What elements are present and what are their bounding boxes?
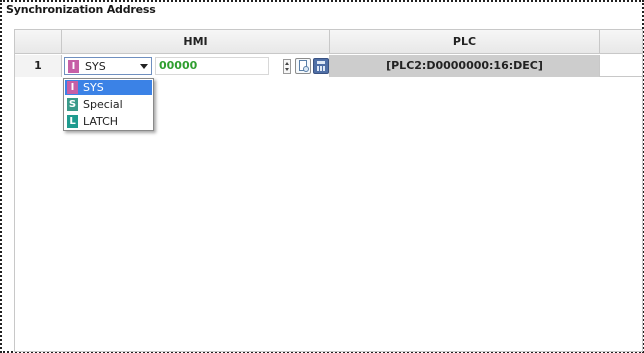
header-hmi: HMI: [62, 30, 330, 54]
calculator-keypad-icon[interactable]: [313, 58, 329, 74]
synchronization-address-panel: Synchronization Address HMI PLC 1 I SYS …: [0, 0, 644, 353]
dropdown-option-sys[interactable]: I SYS: [65, 80, 152, 95]
spin-updown-icon[interactable]: [283, 59, 291, 74]
calculator-keys-icon: [317, 66, 325, 71]
latch-device-icon: L: [67, 115, 78, 128]
plc-address-cell[interactable]: [PLC2:D0000000:16:DEC]: [330, 55, 600, 77]
device-combo[interactable]: I SYS: [64, 57, 152, 75]
hmi-cell[interactable]: I SYS 00000: [62, 55, 330, 77]
dropdown-option-label: LATCH: [83, 115, 119, 128]
dropdown-option-label: SYS: [83, 81, 104, 94]
calculator-screen-icon: [317, 61, 325, 64]
special-device-icon: S: [67, 98, 78, 111]
spin-down-icon[interactable]: [285, 68, 289, 71]
sys-device-icon: I: [68, 60, 79, 73]
address-input[interactable]: 00000: [155, 57, 269, 75]
dropdown-option-latch[interactable]: L LATCH: [65, 114, 152, 129]
sys-device-icon: I: [67, 81, 78, 94]
dropdown-option-label: Special: [83, 98, 123, 111]
row-index: 1: [15, 55, 62, 77]
header-index: [15, 30, 62, 54]
tag-clip-icon: [303, 66, 309, 72]
tag-browser-icon[interactable]: [295, 58, 311, 74]
grid-header: HMI PLC: [15, 30, 642, 54]
table-row[interactable]: 1 I SYS 00000 [PLC2:D0000000:16:DEC]: [15, 55, 642, 77]
panel-title: Synchronization Address: [6, 3, 156, 16]
device-combo-value: SYS: [85, 60, 106, 73]
chevron-down-icon[interactable]: [140, 64, 148, 69]
spin-up-icon[interactable]: [285, 62, 289, 65]
dropdown-option-special[interactable]: S Special: [65, 97, 152, 112]
header-plc: PLC: [330, 30, 600, 54]
device-dropdown-list[interactable]: I SYS S Special L LATCH: [63, 78, 154, 131]
